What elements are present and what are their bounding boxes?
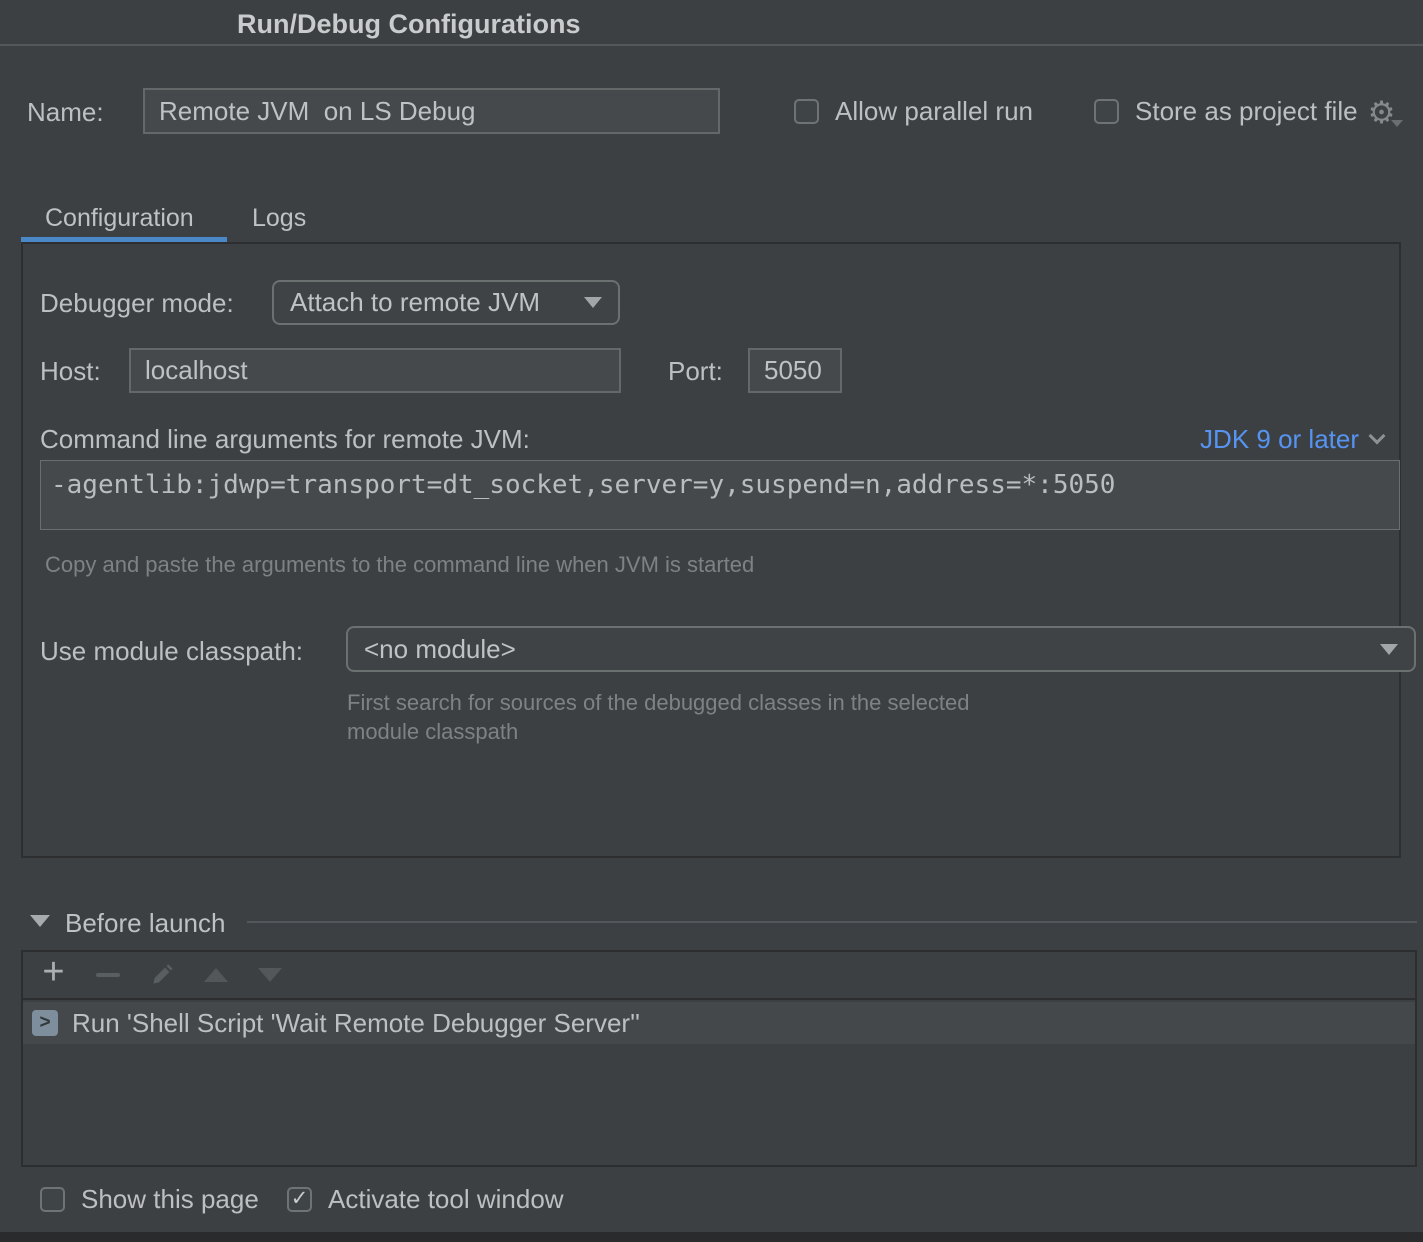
edit-button[interactable] [148,962,175,989]
allow-parallel-run-label: Allow parallel run [835,96,1033,127]
plus-icon: + [42,953,64,991]
pencil-icon [149,962,175,988]
debugger-mode-label: Debugger mode: [40,288,234,319]
show-this-page-option: Show this page [40,1184,259,1215]
before-launch-separator [247,921,1417,923]
port-value: 5050 [764,355,822,386]
dialog-bottom-edge [0,1232,1423,1242]
store-as-project-file-label: Store as project file [1135,96,1358,127]
command-line-hint: Copy and paste the arguments to the comm… [45,550,754,579]
show-this-page-checkbox[interactable] [40,1187,65,1212]
shell-script-run-icon: > [32,1010,58,1036]
tab-logs[interactable]: Logs [252,204,306,233]
store-as-project-file-option: Store as project file ⚙︎ [1094,96,1407,127]
name-value: Remote JVM on LS Debug [159,96,476,127]
before-launch-collapse-icon[interactable] [30,915,50,927]
show-this-page-label: Show this page [81,1184,259,1215]
command-line-label: Command line arguments for remote JVM: [40,424,530,455]
remove-button[interactable] [94,962,121,989]
before-launch-list: + > Run 'Shell Script 'Wait Remote Debug… [21,950,1417,1167]
allow-parallel-run-checkbox[interactable] [794,99,819,124]
checkmark-icon: ✓ [291,1188,309,1209]
host-label: Host: [40,356,101,387]
debugger-mode-dropdown[interactable]: Attach to remote JVM [272,280,620,325]
port-label: Port: [668,356,723,387]
dialog-titlebar: Run/Debug Configurations [0,0,1423,46]
activate-tool-window-checkbox[interactable]: ✓ [287,1187,312,1212]
arrow-down-icon [258,968,282,982]
move-down-button[interactable] [256,962,283,989]
command-line-arguments-field[interactable]: -agentlib:jdwp=transport=dt_socket,serve… [40,460,1400,530]
chevron-down-icon [1380,644,1398,655]
gear-dropdown-caret-icon [1391,120,1403,127]
name-label: Name: [27,97,104,128]
module-classpath-label: Use module classpath: [40,636,303,667]
port-input[interactable]: 5050 [748,348,842,393]
page-title: Run/Debug Configurations [237,9,580,40]
before-launch-task-row[interactable]: > Run 'Shell Script 'Wait Remote Debugge… [23,1002,1415,1044]
host-value: localhost [145,355,248,386]
arrow-up-icon [204,968,228,982]
chevron-down-icon [584,297,602,308]
jdk-version-label: JDK 9 or later [1200,424,1359,455]
move-up-button[interactable] [202,962,229,989]
add-button[interactable]: + [40,962,67,989]
tab-configuration[interactable]: Configuration [45,204,194,233]
configuration-panel: Debugger mode: Attach to remote JVM Host… [21,242,1401,858]
minus-icon [96,973,120,977]
before-launch-task-label: Run 'Shell Script 'Wait Remote Debugger … [72,1008,640,1039]
store-as-project-file-checkbox[interactable] [1094,99,1119,124]
module-classpath-hint: First search for sources of the debugged… [347,688,1017,746]
module-classpath-dropdown[interactable]: <no module> [346,626,1416,672]
module-classpath-value: <no module> [364,634,516,665]
host-input[interactable]: localhost [129,348,621,393]
chevron-down-icon [1369,427,1386,444]
jdk-version-selector[interactable]: JDK 9 or later [1200,424,1383,455]
debugger-mode-value: Attach to remote JVM [290,287,540,318]
before-launch-toolbar: + [23,952,1415,1000]
name-input[interactable]: Remote JVM on LS Debug [143,88,720,134]
activate-tool-window-option: ✓ Activate tool window [287,1184,564,1215]
allow-parallel-run-option: Allow parallel run [794,96,1033,127]
before-launch-title: Before launch [65,908,225,939]
activate-tool-window-label: Activate tool window [328,1184,564,1215]
